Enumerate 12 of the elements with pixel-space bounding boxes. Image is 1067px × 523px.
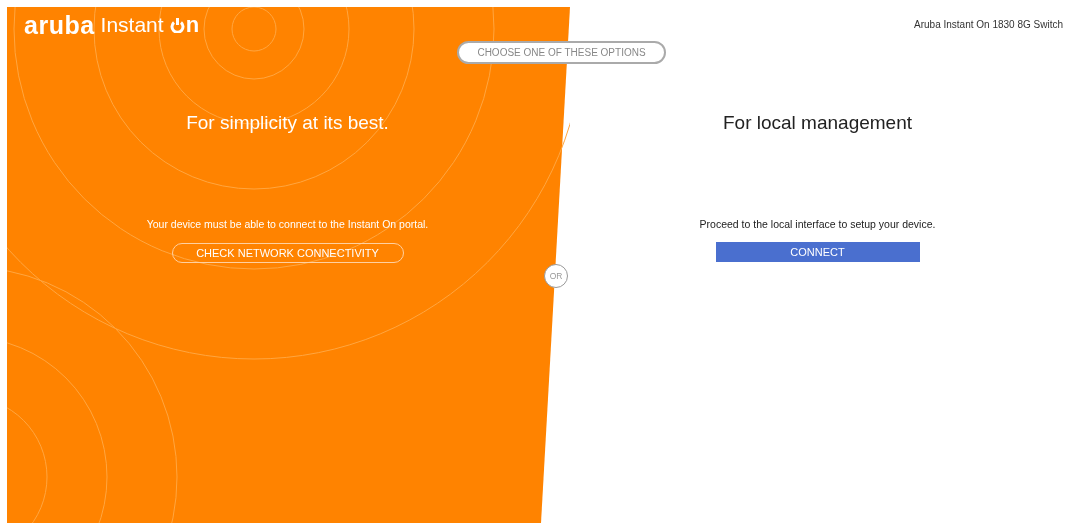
choose-prompt: CHOOSE ONE OF THESE OPTIONS	[457, 41, 666, 64]
option-description: Your device must be able to connect to the Instant On portal.	[146, 218, 429, 230]
option-description: Proceed to the local interface to setup your device.	[699, 218, 936, 230]
brand-logo-text: aruba	[24, 13, 95, 37]
connect-button[interactable]: CONNECT	[715, 242, 920, 262]
power-icon	[169, 17, 185, 33]
option-title: For local management	[722, 112, 912, 134]
device-name: Aruba Instant On 1830 8G Switch	[914, 18, 1064, 30]
or-separator: OR	[544, 264, 568, 288]
product-name: Instant	[100, 13, 164, 37]
product-suffix: n	[185, 13, 200, 37]
option-title: For simplicity at its best.	[186, 112, 389, 134]
